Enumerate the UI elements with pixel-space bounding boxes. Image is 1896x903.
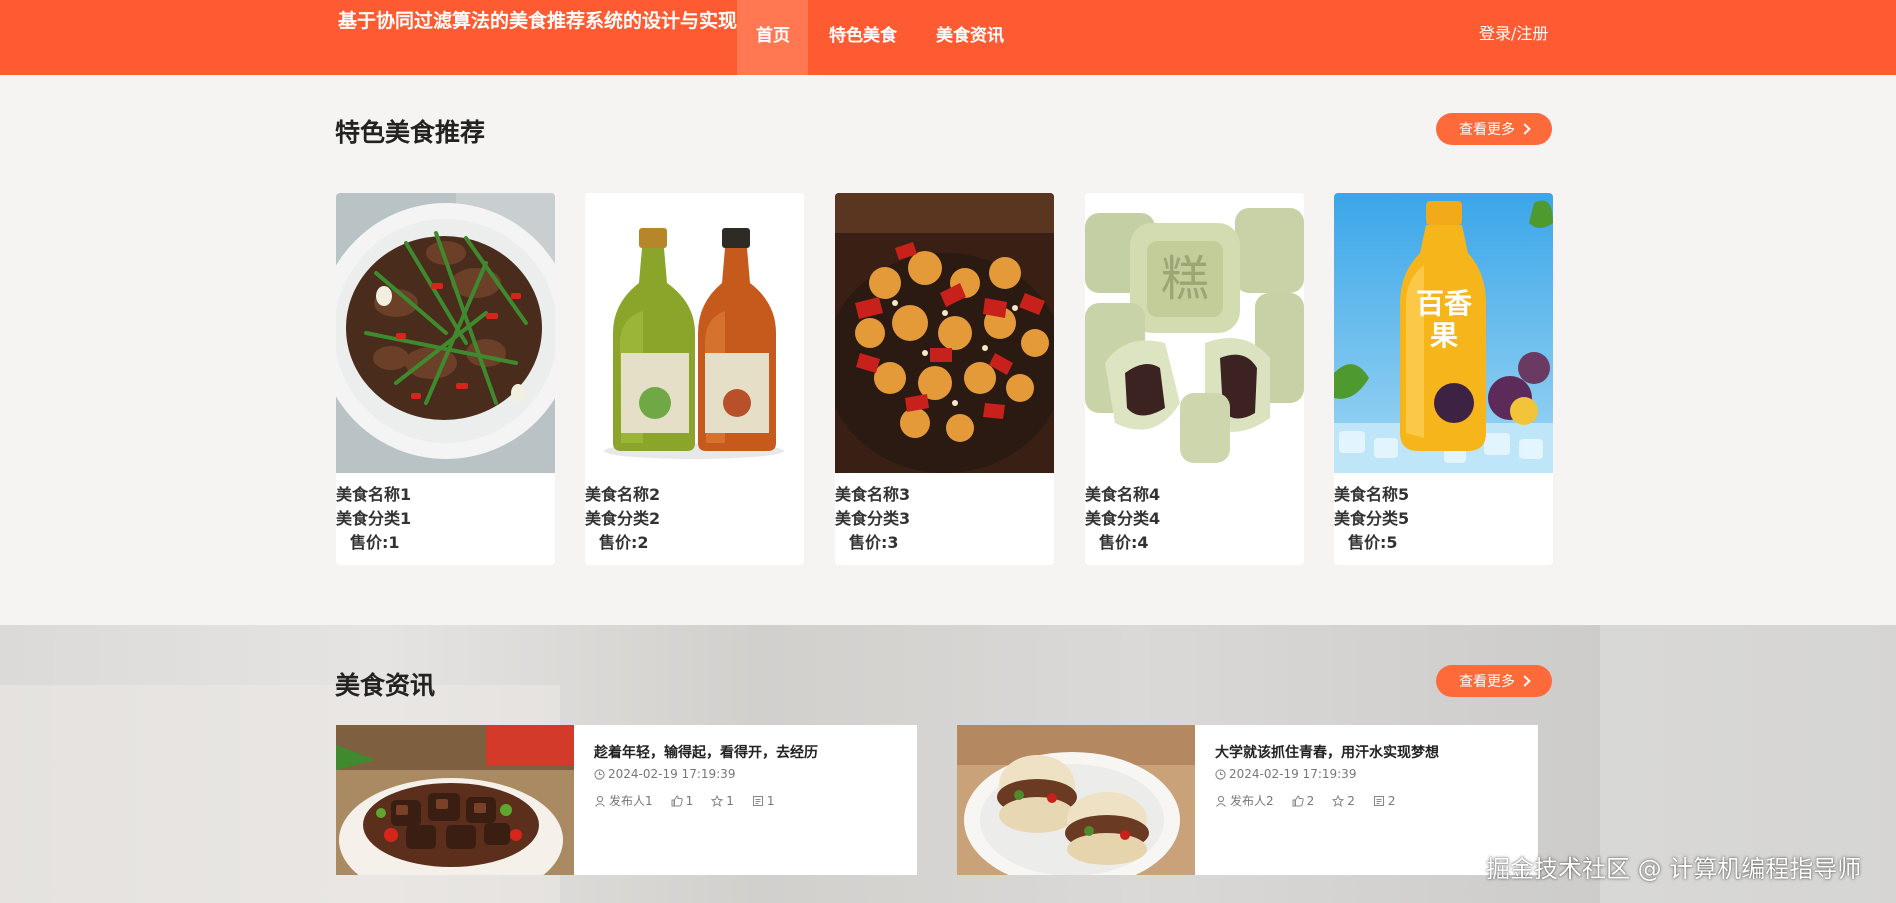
food-card[interactable]: 美食名称2 美食分类2 售价:2 [585, 193, 804, 565]
food-info: 美食名称5 美食分类5 售价:5 [1334, 473, 1553, 555]
news-card[interactable]: 趁着年轻，输得起，看得开，去经历 2024-02-19 17:19:39 发布人… [336, 725, 917, 875]
news-meta: 发布人2 2 2 2 [1215, 792, 1396, 809]
food-category: 美食分类1 [336, 509, 412, 528]
food-info: 美食名称3 美食分类3 售价:3 [835, 473, 1054, 555]
comments-meta[interactable]: 1 [752, 792, 775, 809]
news-image-braised-beef[interactable] [336, 725, 574, 875]
food-category: 美食分类5 [1334, 509, 1410, 528]
food-price: 售价:3 [849, 533, 899, 552]
food-info: 美食名称4 美食分类4 售价:4 [1085, 473, 1304, 555]
favorites-count: 2 [1347, 793, 1355, 808]
food-price: 售价:1 [350, 533, 400, 552]
svg-text:糕: 糕 [1161, 251, 1209, 307]
login-register-link[interactable]: 登录/注册 [1479, 0, 1548, 68]
user-icon [1216, 795, 1226, 807]
food-image-stir-fried-beef[interactable] [336, 193, 555, 473]
food-category: 美食分类2 [585, 509, 661, 528]
food-price: 售价:2 [599, 533, 649, 552]
food-image-mung-bean-cakes[interactable]: 糕 [1085, 193, 1304, 473]
likes-meta[interactable]: 1 [671, 792, 694, 809]
news-card[interactable]: 大学就该抓住青春，用汗水实现梦想 2024-02-19 17:19:39 发布人… [957, 725, 1538, 875]
news-more-button[interactable]: 查看更多 [1436, 665, 1552, 697]
comment-icon [1373, 795, 1384, 806]
comments-count: 1 [766, 793, 775, 808]
likes-meta[interactable]: 2 [1292, 792, 1315, 809]
food-category: 美食分类4 [1085, 509, 1161, 528]
food-info: 美食名称2 美食分类2 售价:2 [585, 473, 804, 555]
watermark-text: 掘金技术社区 @ 计算机编程指导师 [1486, 855, 1862, 883]
author-name: 发布人2 [1230, 794, 1274, 808]
nav-food-news[interactable]: 美食资讯 [917, 0, 1022, 75]
favorites-count: 1 [726, 793, 734, 808]
svg-text:果: 果 [1430, 319, 1458, 352]
top-navbar: 基于协同过滤算法的美食推荐系统的设计与实现 首页 特色美食 美食资讯 登录/注册 [0, 0, 1896, 75]
comments-meta[interactable]: 2 [1373, 792, 1396, 809]
news-date-text: 2024-02-19 17:19:39 [608, 767, 736, 781]
news-date: 2024-02-19 17:19:39 [594, 767, 735, 781]
nav-featured-food[interactable]: 特色美食 [810, 0, 915, 75]
news-title[interactable]: 大学就该抓住青春，用汗水实现梦想 [1215, 742, 1439, 762]
svg-text:百香: 百香 [1416, 287, 1472, 320]
food-name: 美食名称3 [835, 485, 911, 504]
comment-icon [752, 795, 763, 806]
thumbs-up-icon [671, 794, 683, 806]
author-name: 发布人1 [609, 794, 653, 808]
author-meta: 发布人1 [594, 792, 653, 809]
food-info: 美食名称1 美食分类1 售价:1 [336, 473, 555, 555]
favorites-meta[interactable]: 2 [1332, 792, 1355, 809]
site-title[interactable]: 基于协同过滤算法的美食推荐系统的设计与实现 [335, 8, 737, 35]
news-image-chinese-burger[interactable] [957, 725, 1195, 875]
chevron-right-icon [1519, 675, 1531, 687]
news-date-text: 2024-02-19 17:19:39 [1229, 767, 1357, 781]
star-icon [711, 794, 724, 807]
food-card[interactable]: 糕 美食名称4 美食分类4 售价:4 [1085, 193, 1304, 565]
food-image-juice-bottles[interactable] [585, 193, 804, 473]
star-icon [1332, 794, 1345, 807]
news-meta: 发布人1 1 1 1 [594, 792, 775, 809]
food-name: 美食名称1 [336, 485, 412, 504]
food-name: 美食名称5 [1334, 485, 1410, 504]
food-image-passion-fruit-tea[interactable]: 百香 果 [1334, 193, 1553, 473]
food-category: 美食分类3 [835, 509, 911, 528]
news-date: 2024-02-19 17:19:39 [1215, 767, 1356, 781]
food-card[interactable]: 百香 果 美食名称5 美食分类5 售价:5 [1334, 193, 1553, 565]
more-button-label: 查看更多 [1459, 122, 1515, 138]
comments-count: 2 [1387, 793, 1396, 808]
food-price: 售价:5 [1348, 533, 1398, 552]
food-price: 售价:4 [1099, 533, 1149, 552]
nav-home[interactable]: 首页 [737, 0, 808, 75]
featured-section-title: 特色美食推荐 [335, 118, 486, 147]
food-card[interactable]: 美食名称3 美食分类3 售价:3 [835, 193, 1054, 565]
thumbs-up-icon [1292, 794, 1304, 806]
chevron-right-icon [1519, 123, 1531, 135]
food-card[interactable]: 美食名称1 美食分类1 售价:1 [336, 193, 555, 565]
user-icon [595, 795, 605, 807]
clock-icon [1215, 768, 1226, 780]
likes-count: 2 [1306, 793, 1315, 808]
favorites-meta[interactable]: 1 [711, 792, 734, 809]
more-button-label: 查看更多 [1459, 674, 1515, 690]
author-meta: 发布人2 [1215, 792, 1274, 809]
featured-more-button[interactable]: 查看更多 [1436, 113, 1552, 145]
news-title[interactable]: 趁着年轻，输得起，看得开，去经历 [594, 742, 818, 762]
food-name: 美食名称2 [585, 485, 661, 504]
main-nav: 首页 特色美食 美食资讯 [737, 0, 1022, 75]
likes-count: 1 [685, 793, 694, 808]
clock-icon [594, 768, 605, 780]
food-image-spicy-chicken[interactable] [835, 193, 1054, 473]
food-name: 美食名称4 [1085, 485, 1161, 504]
news-section-title: 美食资讯 [335, 671, 436, 700]
